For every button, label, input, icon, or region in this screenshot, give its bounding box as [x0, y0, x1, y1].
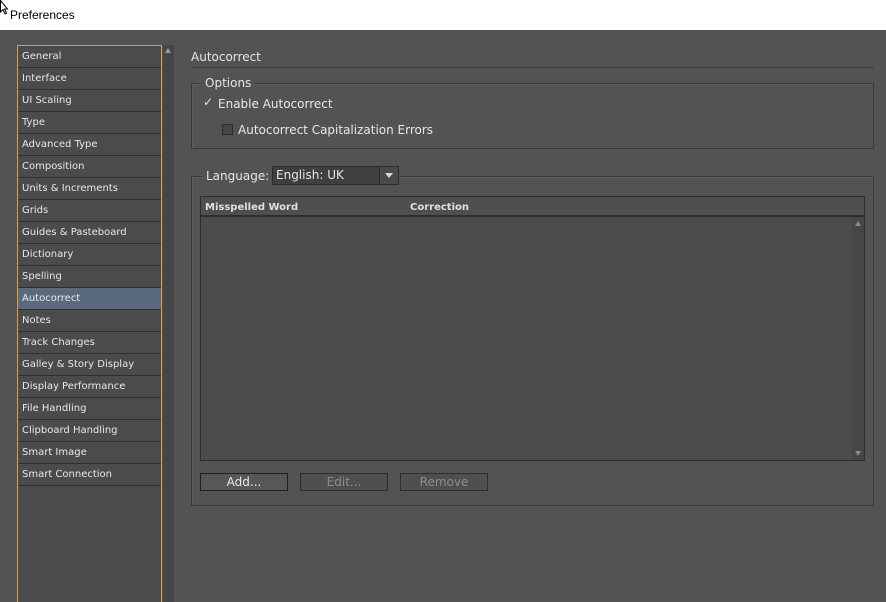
options-group: [191, 83, 874, 149]
section-divider: [191, 67, 874, 68]
sidebar-item-grids[interactable]: Grids: [18, 200, 161, 222]
sidebar-item-galley-story-display[interactable]: Galley & Story Display: [18, 354, 161, 376]
title-bar: Preferences: [0, 0, 886, 30]
sidebar-scrollbar[interactable]: [163, 45, 174, 602]
remove-button[interactable]: Remove: [400, 473, 488, 491]
sidebar-item-units-increments[interactable]: Units & Increments: [18, 178, 161, 200]
scroll-down-arrow-icon[interactable]: [855, 451, 861, 456]
table-scrollbar[interactable]: [852, 217, 864, 460]
sidebar-item-notes[interactable]: Notes: [18, 310, 161, 332]
add-button[interactable]: Add...: [200, 473, 288, 491]
sidebar-item-advanced-type[interactable]: Advanced Type: [18, 134, 161, 156]
sidebar-item-composition[interactable]: Composition: [18, 156, 161, 178]
chevron-down-icon[interactable]: [379, 167, 398, 184]
sidebar-item-autocorrect[interactable]: Autocorrect: [18, 288, 161, 310]
edit-button[interactable]: Edit...: [300, 473, 388, 491]
sidebar-item-ui-scaling[interactable]: UI Scaling: [18, 90, 161, 112]
language-select[interactable]: English: UK: [272, 166, 399, 185]
enable-autocorrect-label[interactable]: Enable Autocorrect: [218, 97, 333, 111]
sidebar-item-file-handling[interactable]: File Handling: [18, 398, 161, 420]
sidebar-item-guides-pasteboard[interactable]: Guides & Pasteboard: [18, 222, 161, 244]
sidebar-item-smart-connection[interactable]: Smart Connection: [18, 464, 161, 486]
column-header-correction[interactable]: Correction: [410, 202, 469, 213]
column-header-misspelled-word[interactable]: Misspelled Word: [205, 202, 298, 213]
sidebar-item-spelling[interactable]: Spelling: [18, 266, 161, 288]
sidebar-item-clipboard-handling[interactable]: Clipboard Handling: [18, 420, 161, 442]
sidebar-item-smart-image[interactable]: Smart Image: [18, 442, 161, 464]
options-legend: Options: [201, 76, 256, 90]
sidebar-item-track-changes[interactable]: Track Changes: [18, 332, 161, 354]
preferences-sidebar: General Interface UI Scaling Type Advanc…: [17, 45, 162, 602]
mouse-cursor-icon: [0, 0, 8, 15]
table-header: Misspelled Word Correction: [201, 197, 864, 217]
sidebar-item-general[interactable]: General: [18, 46, 161, 68]
capitalization-errors-label[interactable]: Autocorrect Capitalization Errors: [238, 123, 433, 137]
sidebar-item-display-performance[interactable]: Display Performance: [18, 376, 161, 398]
window-title: Preferences: [10, 8, 75, 22]
autocorrect-table[interactable]: Misspelled Word Correction: [200, 196, 865, 461]
capitalization-errors-checkbox[interactable]: [222, 124, 233, 135]
language-label: Language:: [202, 169, 274, 183]
scroll-up-arrow-icon[interactable]: [855, 221, 861, 226]
checkmark-icon: ✓: [203, 95, 214, 109]
sidebar-item-interface[interactable]: Interface: [18, 68, 161, 90]
sidebar-item-type[interactable]: Type: [18, 112, 161, 134]
sidebar-item-dictionary[interactable]: Dictionary: [18, 244, 161, 266]
scroll-up-arrow-icon[interactable]: [165, 48, 171, 53]
language-select-value: English: UK: [276, 168, 344, 182]
section-title: Autocorrect: [191, 50, 261, 64]
